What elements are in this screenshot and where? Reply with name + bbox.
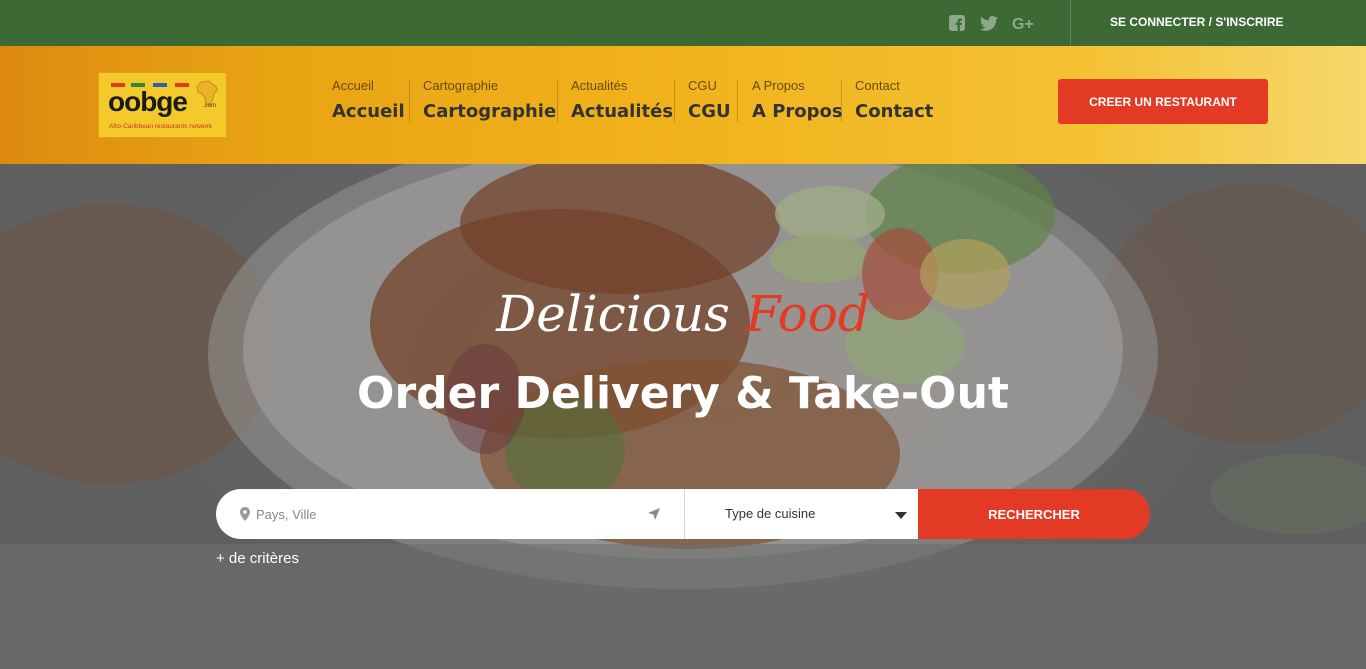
hero-script-title: Delicious Food <box>0 284 1366 344</box>
chevron-down-icon <box>895 512 907 519</box>
nav-separator <box>409 80 410 122</box>
nav-separator <box>557 80 558 122</box>
logo-domain: .com <box>203 103 217 109</box>
search-button[interactable]: RECHERCHER <box>918 489 1150 539</box>
cuisine-select-value: Type de cuisine <box>725 506 816 521</box>
nav-item-small-label: A Propos <box>752 78 805 93</box>
nav-item-label: A Propos <box>752 101 843 122</box>
locate-me-icon[interactable] <box>648 508 660 520</box>
nav-item-small-label: Contact <box>855 78 900 93</box>
location-input[interactable] <box>256 503 636 525</box>
search-bar: Type de cuisine RECHERCHER <box>216 489 1150 539</box>
nav-item-accueil[interactable]: Accueil Accueil <box>332 79 405 125</box>
nav-separator <box>737 80 738 122</box>
nav-item-label: Accueil <box>332 101 405 122</box>
nav-item-small-label: Actualités <box>571 78 628 93</box>
nav-item-cartographie[interactable]: Cartographie Cartographie <box>423 79 556 125</box>
google-plus-icon[interactable]: G+ <box>1011 13 1037 33</box>
more-criteria-link[interactable]: + de critères <box>216 550 299 567</box>
map-pin-icon <box>240 507 250 521</box>
nav-item-small-label: Cartographie <box>423 78 499 93</box>
nav-item-actualites[interactable]: Actualités Actualités <box>571 79 673 125</box>
nav-separator <box>841 80 842 122</box>
hero-headline: Order Delivery & Take-Out <box>357 368 1009 419</box>
logo-tagline: Afro-Caribbean restaurants network <box>109 123 212 130</box>
nav-item-a-propos[interactable]: A Propos A Propos <box>752 79 843 125</box>
nav-separator <box>674 80 675 122</box>
topbar-divider <box>1070 0 1071 46</box>
nav-item-label: Cartographie <box>423 101 557 122</box>
nav-item-label: CGU <box>688 101 731 122</box>
top-bar: G+ SE CONNECTER / S'INSCRIRE <box>0 0 1366 46</box>
nav-item-label: Contact <box>855 101 934 122</box>
login-signup-link[interactable]: SE CONNECTER / S'INSCRIRE <box>1110 15 1284 29</box>
main-header: oobge .com Afro-Caribbean restaurants ne… <box>0 46 1366 164</box>
create-restaurant-button[interactable]: CREER UN RESTAURANT <box>1058 79 1268 124</box>
facebook-icon[interactable] <box>948 13 966 33</box>
script-word-delicious: Delicious <box>496 285 730 343</box>
hero-section: Delicious Food Order Delivery & Take-Out… <box>0 164 1366 669</box>
svg-text:G+: G+ <box>1012 16 1034 31</box>
twitter-icon[interactable] <box>979 13 999 33</box>
nav-item-cgu[interactable]: CGU CGU <box>688 79 731 125</box>
site-logo[interactable]: oobge .com Afro-Caribbean restaurants ne… <box>98 72 227 138</box>
nav-item-contact[interactable]: Contact Contact <box>855 79 933 125</box>
script-word-food: Food <box>745 285 870 343</box>
nav-item-small-label: CGU <box>688 78 717 93</box>
logo-wordmark: oobge <box>108 86 188 117</box>
nav-item-label: Actualités <box>571 101 674 122</box>
location-field <box>216 489 684 539</box>
cuisine-select[interactable]: Type de cuisine <box>684 489 918 539</box>
nav-item-small-label: Accueil <box>332 78 374 93</box>
